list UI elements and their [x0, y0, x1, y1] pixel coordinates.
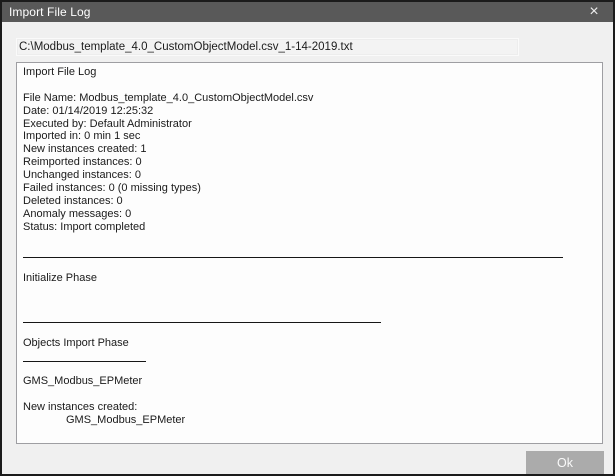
file-path-text: C:\Modbus_template_4.0_CustomObjectModel… — [19, 41, 353, 53]
log-line: Initialize Phase — [23, 272, 594, 285]
log-line: GMS_Modbus_EPMeter — [23, 375, 594, 388]
window-title: Import File Log — [9, 2, 91, 22]
log-line — [23, 362, 594, 375]
log-line — [23, 388, 594, 401]
log-line: GMS_Modbus_EPMeter — [23, 414, 594, 427]
log-line: Executed by: Default Administrator — [23, 118, 594, 131]
log-line: New instances created: 1 — [23, 143, 594, 156]
log-line — [23, 298, 594, 311]
log-line — [23, 285, 594, 298]
log-separator-line — [23, 246, 594, 259]
log-line — [23, 324, 594, 337]
log-line: New instances created: — [23, 401, 594, 414]
log-line — [23, 259, 594, 272]
log-separator-line — [23, 350, 594, 363]
log-text-area[interactable]: Import File Log File Name: Modbus_templat… — [16, 62, 603, 444]
log-line: Anomaly messages: 0 — [23, 208, 594, 221]
log-separator-line — [23, 311, 594, 324]
log-line: Deleted instances: 0 — [23, 195, 594, 208]
import-file-log-dialog: Import File Log × C:\Modbus_template_4.0… — [0, 0, 615, 476]
title-bar[interactable]: Import File Log × — [2, 2, 613, 22]
log-line: Unchanged instances: 0 — [23, 169, 594, 182]
log-lines: Import File Log File Name: Modbus_templat… — [23, 66, 594, 427]
log-line: Date: 01/14/2019 12:25:32 — [23, 105, 594, 118]
log-line — [23, 79, 594, 92]
log-line: Imported in: 0 min 1 sec — [23, 130, 594, 143]
log-line: Import File Log — [23, 66, 594, 79]
log-line: Status: Import completed — [23, 221, 594, 234]
log-line: Objects Import Phase — [23, 337, 594, 350]
log-line — [23, 234, 594, 247]
ok-button[interactable]: Ok — [526, 451, 604, 475]
log-line: Failed instances: 0 (0 missing types) — [23, 182, 594, 195]
file-path-field[interactable]: C:\Modbus_template_4.0_CustomObjectModel… — [16, 38, 519, 56]
log-line: File Name: Modbus_template_4.0_CustomObj… — [23, 92, 594, 105]
log-line: Reimported instances: 0 — [23, 156, 594, 169]
close-icon[interactable]: × — [581, 2, 607, 22]
